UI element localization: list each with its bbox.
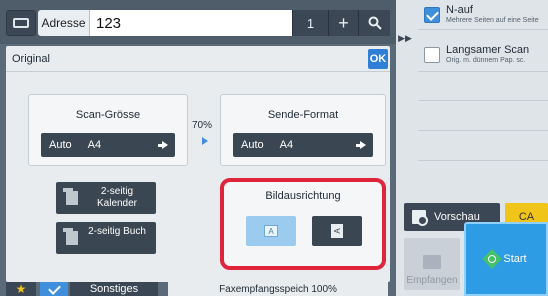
slow-scan-title: Langsamer Scan xyxy=(446,44,530,56)
keyboard-icon xyxy=(13,18,29,28)
ok-button[interactable]: OK xyxy=(368,49,388,69)
scan-size-button[interactable]: Auto A4 xyxy=(41,133,175,157)
calendar-icon xyxy=(63,188,78,205)
check-button[interactable] xyxy=(40,282,68,296)
slow-scan-checkbox[interactable] xyxy=(424,47,440,63)
duplex-calendar-button[interactable]: 2-seitig Kalender xyxy=(56,182,156,214)
original-dialog: Original OK Scan-Grösse Auto A4 70% Send… xyxy=(6,46,390,282)
fax-memory-status: Faxempfangsspeich 100% xyxy=(168,282,388,296)
arrow-right-icon xyxy=(158,141,168,149)
option-divider xyxy=(418,160,548,161)
receive-label: Empfangen xyxy=(406,275,458,286)
start-button[interactable]: Start xyxy=(464,222,548,296)
search-icon xyxy=(368,16,382,30)
receive-button[interactable]: Empfangen xyxy=(404,238,460,290)
scan-size-mode: Auto xyxy=(49,139,72,151)
top-bar: Adresse 123 1 + xyxy=(0,0,396,44)
others-button[interactable]: Sonstiges xyxy=(70,282,158,296)
n-up-checkbox[interactable] xyxy=(424,7,440,23)
dialog-title: Original xyxy=(12,53,50,65)
duplex-book-button[interactable]: 2-seitig Buch xyxy=(56,222,156,254)
start-icon xyxy=(482,249,503,269)
address-count: 1 xyxy=(292,10,328,36)
orientation-upright-button[interactable]: A xyxy=(246,216,296,246)
option-slow-scan[interactable]: Langsamer Scan Orig. m. dünnem Pap. sc. xyxy=(418,42,548,72)
ratio-arrow-icon xyxy=(202,137,208,145)
duplex-book-label: 2-seitig Buch xyxy=(88,226,146,237)
receive-icon xyxy=(423,255,441,269)
arrow-right-icon xyxy=(356,141,366,149)
favorites-button[interactable]: ★ xyxy=(6,282,36,296)
duplex-calendar-label: 2-seitig Kalender xyxy=(96,186,138,209)
ratio-label: 70% xyxy=(192,120,213,131)
orientation-rotated-icon: A xyxy=(331,224,343,238)
send-size-mode: Auto xyxy=(241,139,264,151)
image-orientation-panel: Bildausrichtung A A xyxy=(220,178,386,270)
address-button[interactable]: Adresse xyxy=(38,10,90,36)
image-orientation-title: Bildausrichtung xyxy=(265,190,341,202)
keyboard-button[interactable] xyxy=(6,10,36,36)
option-n-up[interactable]: N-auf Mehrere Seiten auf eine Seite xyxy=(418,2,548,30)
dialog-header: Original OK xyxy=(6,46,390,72)
send-size-title: Sende-Format xyxy=(267,109,339,121)
option-divider xyxy=(418,130,548,131)
add-address-button[interactable]: + xyxy=(328,10,358,36)
scan-size-title: Scan-Grösse xyxy=(75,109,141,121)
n-up-subtitle: Mehrere Seiten auf eine Seite xyxy=(446,17,539,24)
collapse-panel-icon[interactable]: ▶▶ xyxy=(396,18,414,58)
bottom-bar: ★ Sonstiges Faxempfangsspeich 100% xyxy=(0,282,396,296)
orientation-upright-icon: A xyxy=(264,225,278,237)
book-icon xyxy=(63,228,78,245)
send-size-value: A4 xyxy=(279,139,294,151)
option-divider xyxy=(418,100,548,101)
orientation-rotated-button[interactable]: A xyxy=(312,216,362,246)
n-up-title: N-auf xyxy=(446,4,473,16)
slow-scan-subtitle: Orig. m. dünnem Pap. sc. xyxy=(446,57,526,64)
start-label: Start xyxy=(503,253,527,265)
scan-size-value: A4 xyxy=(87,139,102,151)
star-icon: ★ xyxy=(15,282,27,296)
send-size-panel: Sende-Format Auto A4 xyxy=(220,94,386,166)
preview-icon xyxy=(412,210,428,226)
send-size-button[interactable]: Auto A4 xyxy=(233,133,373,157)
scan-size-panel: Scan-Grösse Auto A4 xyxy=(28,94,188,166)
address-input[interactable]: 123 xyxy=(90,10,292,36)
search-button[interactable] xyxy=(358,10,390,36)
